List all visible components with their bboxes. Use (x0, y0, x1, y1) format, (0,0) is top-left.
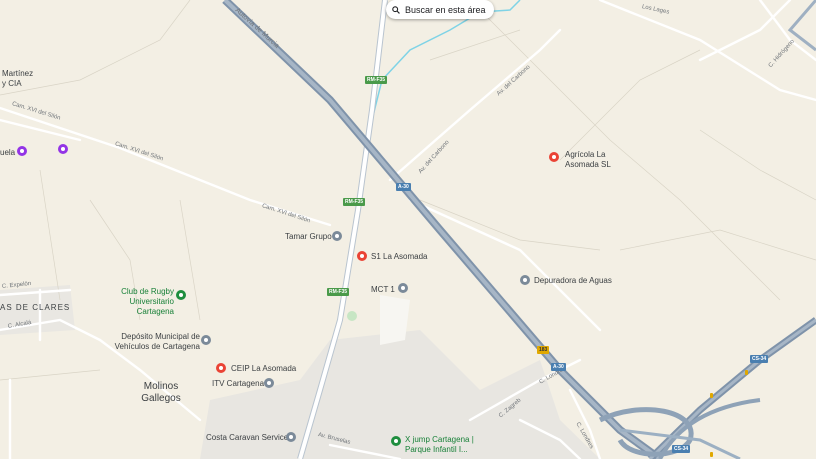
search-this-area-label: Buscar en esta área (405, 4, 486, 15)
road-shield-a30: A-30 (396, 183, 411, 191)
poi-pin-deposito[interactable] (201, 335, 211, 345)
poi-label-rugby[interactable]: Club de Rugby Universitario Cartagena (92, 287, 174, 317)
road-shield-cs34: CS-34 (750, 355, 769, 363)
poi-pin-rugby[interactable] (176, 290, 186, 300)
poi-pin-itv[interactable] (264, 378, 274, 388)
road-shield-small (745, 370, 748, 375)
poi-label-deposito[interactable]: Depósito Municipal de Vehículos de Carta… (112, 332, 200, 352)
poi-label-s1[interactable]: S1 La Asomada (371, 252, 427, 262)
poi-label-agricola[interactable]: Agrícola La Asomada SL (565, 150, 625, 170)
poi-label-ceip[interactable]: CEIP La Asomada (231, 364, 296, 374)
place-label-molinos: Molinos Gallegos (141, 381, 181, 404)
road-shield-a30: A-30 (551, 363, 566, 371)
poi-pin-depuradora[interactable] (520, 275, 530, 285)
map-canvas[interactable] (0, 0, 816, 459)
poi-pin-s1[interactable] (357, 251, 367, 261)
poi-label-depuradora[interactable]: Depuradora de Aguas (534, 276, 612, 286)
search-this-area-button[interactable]: Buscar en esta área (386, 0, 494, 19)
poi-pin-tamar[interactable] (332, 231, 342, 241)
road-shield-rm-f35: RM-F35 (327, 288, 350, 296)
poi-pin-costa[interactable] (286, 432, 296, 442)
exit-number-shield: 183 (537, 346, 550, 354)
road-shield-small (710, 452, 713, 457)
road-shield-small (710, 393, 713, 398)
green-patch (347, 311, 357, 321)
poi-label-xjump[interactable]: X jump Cartagena | Parque Infantil I... (405, 435, 475, 455)
poi-label-costa[interactable]: Costa Caravan Service (206, 433, 288, 443)
poi-pin-xjump[interactable] (391, 436, 401, 446)
poi-pin-mct[interactable] (398, 283, 408, 293)
poi-label-tamar[interactable]: Tamar Grupo (285, 232, 332, 242)
poi-pin-purple-1[interactable] (17, 146, 27, 156)
poi-pin-purple-2[interactable] (58, 144, 68, 154)
poi-pin-agricola[interactable] (549, 152, 559, 162)
poi-label-escuela[interactable]: uela (0, 148, 15, 158)
road-shield-cs34: CS-34 (672, 445, 691, 453)
poi-label-martinez[interactable]: Martínez y CIA (2, 69, 36, 89)
search-icon (392, 5, 400, 14)
district-label: AS DE CLARES (0, 303, 71, 312)
poi-pin-ceip[interactable] (216, 363, 226, 373)
road-shield-rm-f35: RM-F35 (365, 76, 388, 84)
road-shield-rm-f35: RM-F35 (343, 198, 366, 206)
poi-label-itv[interactable]: ITV Cartagena (212, 379, 264, 389)
poi-label-mct[interactable]: MCT 1 (371, 285, 395, 295)
